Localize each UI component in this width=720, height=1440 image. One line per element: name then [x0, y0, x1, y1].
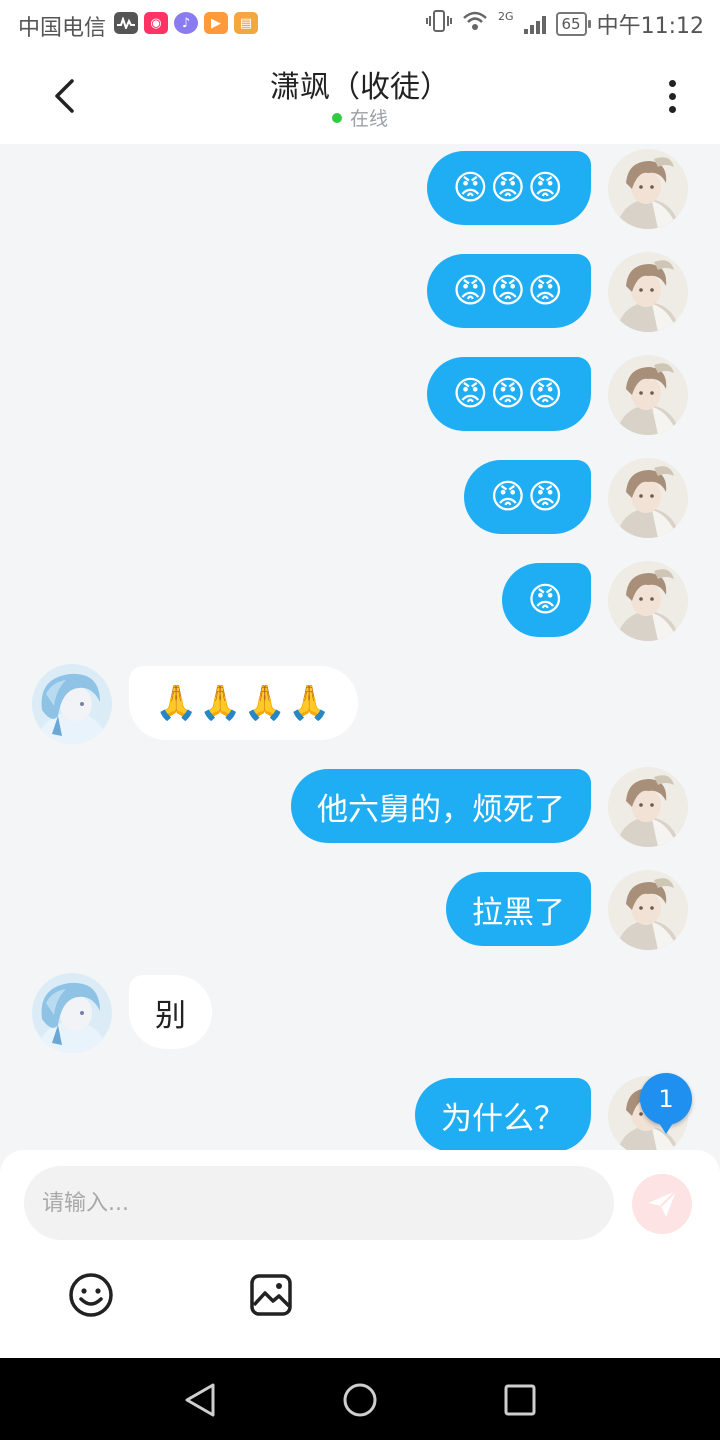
- my-avatar[interactable]: [608, 561, 688, 641]
- message-row: 拉黑了: [0, 870, 720, 950]
- nav-recents-button[interactable]: [498, 1378, 542, 1422]
- message-bubble[interactable]: 😡😡😡: [426, 151, 591, 225]
- system-navigation-bar: [0, 1358, 720, 1440]
- contact-avatar[interactable]: [32, 973, 112, 1053]
- smiley-icon: [69, 1273, 113, 1317]
- clock: 中午11:12: [596, 14, 704, 39]
- message-bubble[interactable]: 😡: [501, 563, 591, 637]
- message-text: 拉黑了: [472, 894, 565, 931]
- red-app-icon: ◉: [144, 12, 168, 34]
- message-text: 他六舅的，烦死了: [317, 791, 565, 828]
- more-options-button[interactable]: [652, 76, 692, 116]
- message-row: 别: [0, 973, 720, 1053]
- message-text: 😡: [527, 580, 565, 620]
- network-type: 2G: [497, 9, 514, 23]
- message-bubble[interactable]: 为什么？: [415, 1078, 591, 1150]
- message-row: 😡😡: [0, 458, 720, 538]
- message-bubble[interactable]: 他六舅的，烦死了: [291, 769, 591, 843]
- message-text: 😡😡😡: [452, 271, 565, 311]
- message-bubble[interactable]: 😡😡😡: [426, 254, 591, 328]
- message-bubble[interactable]: 😡😡😡: [426, 357, 591, 431]
- message-row: 他六舅的，烦死了: [0, 767, 720, 847]
- message-bubble[interactable]: 拉黑了: [446, 872, 591, 946]
- my-avatar[interactable]: [608, 870, 688, 950]
- message-bubble[interactable]: 🙏🙏🙏🙏: [129, 666, 359, 740]
- message-row: 😡😡😡: [0, 149, 720, 229]
- send-button[interactable]: [632, 1174, 692, 1234]
- message-bubble[interactable]: 别: [129, 975, 212, 1049]
- carrier-label: 中国电信: [18, 16, 107, 41]
- my-avatar[interactable]: [608, 767, 688, 847]
- circle-home-icon: [343, 1383, 377, 1417]
- message-row: 为什么？: [0, 1076, 720, 1150]
- my-avatar[interactable]: [608, 252, 688, 332]
- emoji-button[interactable]: [66, 1270, 116, 1320]
- message-text: 😡😡: [490, 477, 565, 517]
- notification-icons: ◉ ♪ ▶ ▤: [114, 12, 258, 34]
- activity-icon: [114, 12, 138, 34]
- message-row: 😡: [0, 561, 720, 641]
- wifi-icon: [462, 10, 488, 38]
- status-bar: 中国电信 ◉ ♪ ▶ ▤ 2G 65 中午11:12: [0, 0, 720, 48]
- video-icon: ▶: [204, 12, 228, 34]
- chat-header: 潇飒（收徒） 在线: [0, 48, 720, 144]
- image-icon: [250, 1274, 292, 1316]
- music-icon: ♪: [174, 12, 198, 34]
- battery-indicator: 65: [555, 12, 591, 36]
- message-list[interactable]: 😡😡😡 😡😡😡 😡😡😡 😡😡 😡 🙏🙏🙏🙏 他六舅的，烦死了 拉黑了 别 为什么…: [0, 144, 720, 1150]
- image-button[interactable]: [246, 1270, 296, 1320]
- square-recents-icon: [504, 1384, 536, 1416]
- message-text: 😡😡😡: [452, 168, 565, 208]
- message-text: 别: [155, 997, 186, 1034]
- nav-back-button[interactable]: [178, 1378, 222, 1422]
- online-status-text: 在线: [349, 108, 388, 130]
- message-text: 😡😡😡: [452, 374, 565, 414]
- my-avatar[interactable]: [608, 458, 688, 538]
- contact-name: 潇飒（收徒）: [270, 70, 450, 105]
- message-input[interactable]: [24, 1166, 614, 1240]
- message-row: 🙏🙏🙏🙏: [0, 664, 720, 744]
- composer: [0, 1150, 720, 1358]
- unread-badge[interactable]: 1: [640, 1073, 692, 1134]
- message-text: 为什么？: [441, 1100, 565, 1137]
- signal-icon: [523, 14, 546, 34]
- my-avatar[interactable]: [608, 149, 688, 229]
- online-status: 在线: [0, 104, 720, 131]
- message-row: 😡😡😡: [0, 355, 720, 435]
- online-dot-icon: [331, 112, 342, 123]
- vibrate-icon: [425, 10, 452, 38]
- reader-icon: ▤: [234, 12, 258, 34]
- nav-home-button[interactable]: [338, 1378, 382, 1422]
- message-text: 🙏🙏🙏🙏: [155, 683, 333, 723]
- message-row: 😡😡😡: [0, 252, 720, 332]
- triangle-back-icon: [185, 1383, 215, 1417]
- contact-avatar[interactable]: [32, 664, 112, 744]
- my-avatar[interactable]: [608, 355, 688, 435]
- paper-plane-icon: [648, 1190, 677, 1217]
- message-bubble[interactable]: 😡😡: [464, 460, 591, 534]
